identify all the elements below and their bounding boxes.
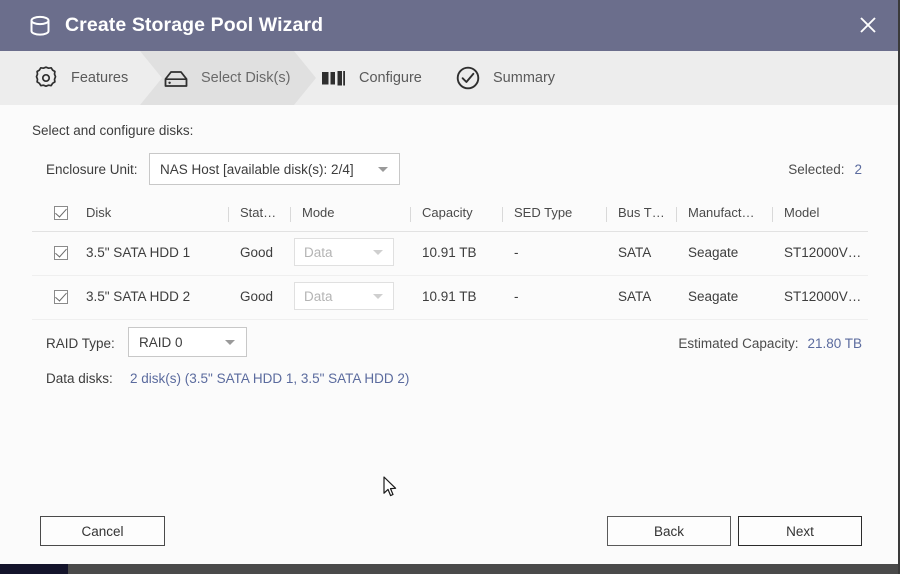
step-label: Features (71, 70, 128, 86)
row-checkbox[interactable] (54, 290, 68, 304)
disk-table-header: Disk Stat… Mode Capacity SED Type Bus T…… (32, 201, 868, 232)
cell-status: Good (240, 245, 273, 260)
raid-type-select[interactable]: RAID 0 (128, 327, 247, 357)
segmented-bar-icon (320, 64, 348, 92)
column-header-manufacturer[interactable]: Manufact… (688, 205, 754, 220)
data-disks-value: 2 disk(s) (3.5" SATA HDD 1, 3.5" SATA HD… (130, 371, 409, 386)
selected-count: Selected: 2 (788, 162, 862, 177)
step-label: Configure (359, 70, 422, 86)
table-row[interactable]: 3.5" SATA HDD 2 Good Data 10.91 TB - SAT… (32, 276, 868, 320)
column-divider (410, 207, 411, 222)
selected-count-value: 2 (854, 162, 862, 177)
chevron-down-icon (373, 294, 383, 299)
step-configure[interactable]: Configure (320, 51, 422, 105)
window-title: Create Storage Pool Wizard (65, 14, 323, 37)
step-label: Summary (493, 70, 555, 86)
cell-bus-type: SATA (618, 289, 651, 304)
raid-type-value: RAID 0 (129, 335, 183, 350)
step-features[interactable]: Features (32, 51, 128, 105)
window-titlebar: Create Storage Pool Wizard (0, 0, 898, 51)
column-divider (676, 207, 677, 222)
column-divider (290, 207, 291, 222)
cell-bus-type: SATA (618, 245, 651, 260)
estimated-capacity-value: 21.80 TB (807, 336, 862, 351)
data-disks-label: Data disks: (46, 371, 113, 386)
column-divider (606, 207, 607, 222)
step-label: Select Disk(s) (201, 70, 290, 86)
close-button[interactable] (848, 5, 888, 45)
cell-capacity: 10.91 TB (422, 289, 477, 304)
disk-table: Disk Stat… Mode Capacity SED Type Bus T…… (32, 201, 868, 320)
next-button[interactable]: Next (738, 516, 862, 546)
mode-value: Data (295, 289, 333, 304)
wizard-content: Select and configure disks: Enclosure Un… (0, 105, 898, 574)
select-all-checkbox[interactable] (54, 206, 68, 220)
column-header-disk[interactable]: Disk (86, 205, 111, 220)
cell-manufacturer: Seagate (688, 289, 738, 304)
gear-outline-icon (32, 64, 60, 92)
wizard-window: Create Storage Pool Wizard Features (0, 0, 900, 574)
taskbar-start-area (0, 564, 68, 574)
close-icon (858, 15, 878, 35)
wizard-steps: Features Select Disk(s) (0, 51, 898, 105)
raid-row: RAID Type: RAID 0 Estimated Capacity: 21.… (0, 327, 898, 365)
column-header-model[interactable]: Model (784, 205, 819, 220)
mode-value: Data (295, 245, 333, 260)
selected-count-label: Selected: (788, 162, 844, 177)
column-header-sed-type[interactable]: SED Type (514, 205, 572, 220)
cell-model: ST12000V… (784, 245, 861, 260)
hard-disk-icon (162, 64, 190, 92)
cell-disk: 3.5" SATA HDD 1 (86, 245, 190, 260)
enclosure-unit-select[interactable]: NAS Host [available disk(s): 2/4] (149, 153, 400, 185)
column-header-status[interactable]: Stat… (240, 205, 276, 220)
step-select-disks[interactable]: Select Disk(s) (162, 51, 290, 105)
enclosure-unit-label: Enclosure Unit: (46, 162, 138, 177)
cancel-button[interactable]: Cancel (40, 516, 165, 546)
mode-select[interactable]: Data (294, 238, 394, 266)
column-divider (772, 207, 773, 222)
estimated-capacity-label: Estimated Capacity: (678, 336, 798, 351)
mode-select[interactable]: Data (294, 282, 394, 310)
column-divider (228, 207, 229, 222)
cell-disk: 3.5" SATA HDD 2 (86, 289, 190, 304)
cell-capacity: 10.91 TB (422, 245, 477, 260)
check-circle-icon (454, 64, 482, 92)
raid-type-label: RAID Type: (46, 336, 115, 351)
cell-status: Good (240, 289, 273, 304)
estimated-capacity: Estimated Capacity: 21.80 TB (678, 336, 862, 351)
enclosure-row: Enclosure Unit: NAS Host [available disk… (0, 153, 898, 191)
cell-model: ST12000V… (784, 289, 861, 304)
page-title: Select and configure disks: (32, 123, 193, 138)
storage-pool-icon (27, 13, 53, 39)
enclosure-unit-value: NAS Host [available disk(s): 2/4] (150, 162, 354, 177)
chevron-down-icon (225, 340, 235, 345)
chevron-down-icon (373, 250, 383, 255)
cell-sed-type: - (514, 289, 519, 304)
chevron-down-icon (378, 167, 388, 172)
back-button[interactable]: Back (607, 516, 731, 546)
row-checkbox[interactable] (54, 246, 68, 260)
os-taskbar (0, 564, 900, 574)
table-row[interactable]: 3.5" SATA HDD 1 Good Data 10.91 TB - SAT… (32, 232, 868, 276)
column-divider (502, 207, 503, 222)
cell-sed-type: - (514, 245, 519, 260)
data-disks-row: Data disks: 2 disk(s) (3.5" SATA HDD 1, … (0, 369, 898, 391)
column-header-bus-type[interactable]: Bus T… (618, 205, 665, 220)
step-summary[interactable]: Summary (454, 51, 555, 105)
column-header-capacity[interactable]: Capacity (422, 205, 473, 220)
cell-manufacturer: Seagate (688, 245, 738, 260)
column-header-mode[interactable]: Mode (302, 205, 335, 220)
